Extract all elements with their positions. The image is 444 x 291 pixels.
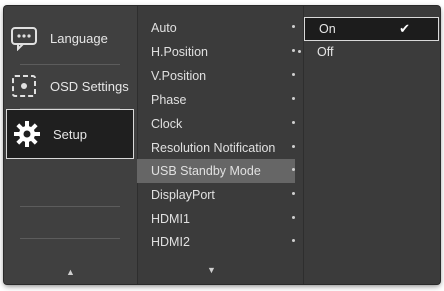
option-label: On — [319, 22, 336, 36]
main-menu-item-language[interactable]: Language — [4, 14, 137, 62]
submenu-label: HDMI1 — [151, 212, 190, 226]
scroll-down-icon[interactable]: ▼ — [207, 265, 216, 275]
submenu-label: Auto — [151, 21, 177, 35]
checkmark-icon: ✔ — [399, 21, 410, 36]
bullet-icon — [292, 25, 295, 28]
submenu-label: H.Position — [151, 45, 208, 59]
submenu-label: Clock — [151, 117, 183, 131]
divider — [20, 238, 120, 239]
option-label: Off — [317, 45, 334, 59]
bullet-icon — [292, 168, 295, 171]
submenu-label: V.Position — [151, 69, 207, 83]
gear-icon — [11, 118, 43, 150]
bullet-icon — [292, 239, 295, 242]
submenu-item-hdmi2[interactable]: HDMI2 — [137, 230, 297, 254]
osd-settings-icon — [8, 70, 40, 102]
bullet-icon — [292, 49, 295, 52]
option-on[interactable]: On ✔ — [304, 17, 439, 41]
submenu-label: Phase — [151, 93, 187, 107]
bullet-icon — [298, 50, 301, 53]
language-icon — [8, 22, 40, 54]
main-menu-label: Language — [50, 30, 108, 46]
submenu-label: Resolution Notification — [151, 141, 276, 155]
bullet-icon — [292, 192, 295, 195]
divider — [20, 206, 120, 207]
bullet-icon — [292, 216, 295, 219]
option-off[interactable]: Off — [298, 41, 440, 63]
submenu-item-hdmi1[interactable]: HDMI1 — [137, 207, 297, 231]
main-menu-label: OSD Settings — [50, 78, 129, 94]
submenu-item-h-position[interactable]: H.Position — [137, 40, 297, 64]
submenu-item-resolution-notification[interactable]: Resolution Notification — [137, 136, 297, 160]
submenu-item-usb-standby-mode[interactable]: USB Standby Mode — [137, 159, 295, 183]
submenu-item-clock[interactable]: Clock — [137, 112, 297, 136]
bullet-icon — [292, 145, 295, 148]
submenu-label: USB Standby Mode — [151, 164, 261, 178]
submenu-label: DisplayPort — [151, 188, 215, 202]
submenu-item-displayport[interactable]: DisplayPort — [137, 183, 297, 207]
bullet-icon — [292, 73, 295, 76]
submenu-item-v-position[interactable]: V.Position — [137, 64, 297, 88]
osd-menu: Language OSD Settings Setup ▲ ▼ Auto H.P… — [4, 6, 440, 284]
main-menu-item-setup[interactable]: Setup — [6, 109, 134, 159]
main-menu-item-osd-settings[interactable]: OSD Settings — [4, 62, 137, 110]
bullet-icon — [292, 121, 295, 124]
bullet-icon — [292, 97, 295, 100]
submenu-label: HDMI2 — [151, 235, 190, 249]
screen: Language OSD Settings Setup ▲ ▼ Auto H.P… — [0, 0, 444, 291]
submenu-item-phase[interactable]: Phase — [137, 88, 297, 112]
submenu-item-auto[interactable]: Auto — [137, 16, 297, 40]
scroll-up-icon[interactable]: ▲ — [66, 267, 75, 277]
main-menu-label: Setup — [53, 126, 87, 142]
